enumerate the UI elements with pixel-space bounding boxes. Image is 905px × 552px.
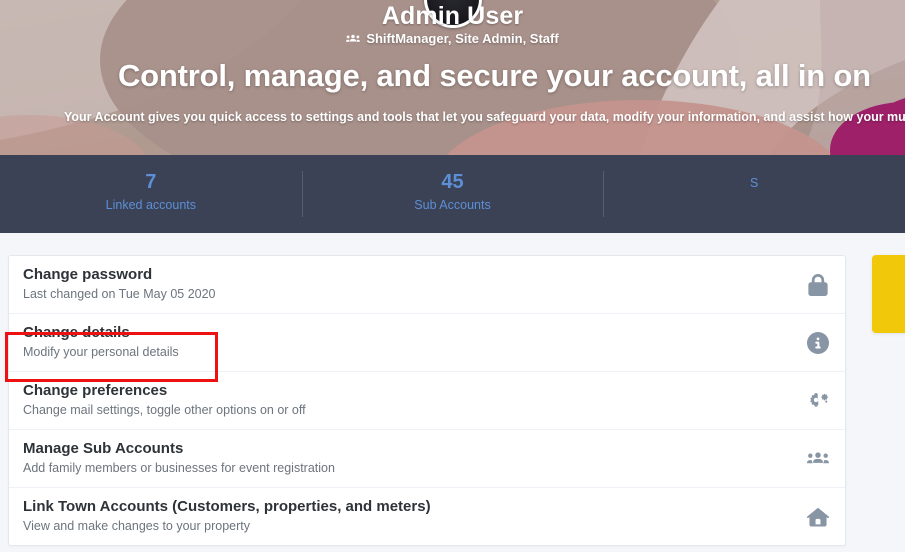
- promo-card[interactable]: [872, 255, 905, 333]
- stat-value: 45: [441, 171, 464, 193]
- stat-label: Sub Accounts: [414, 198, 491, 212]
- settings-row-link-town-accounts[interactable]: Link Town Accounts (Customers, propertie…: [9, 487, 845, 545]
- settings-row-change-preferences[interactable]: Change preferences Change mail settings,…: [9, 371, 845, 429]
- stat-third-truncated[interactable]: S: [603, 171, 905, 217]
- row-title: Change password: [23, 266, 153, 283]
- row-description: View and make changes to your property: [23, 519, 250, 533]
- stat-label: S: [750, 176, 759, 190]
- user-name: Admin User: [381, 2, 524, 30]
- row-description: Change mail settings, toggle other optio…: [23, 403, 306, 417]
- users-icon: [807, 448, 829, 470]
- home-icon: [807, 506, 829, 528]
- stat-value: 7: [145, 171, 157, 193]
- hero-subtitle: Your Account gives you quick access to s…: [64, 110, 905, 124]
- stats-bar: 7 Linked accounts 45 Sub Accounts S: [0, 155, 905, 233]
- cogs-icon: [807, 390, 829, 412]
- hero-banner: Admin User ShiftManager, Site Admin, Sta…: [0, 0, 905, 155]
- row-description: Last changed on Tue May 05 2020: [23, 287, 216, 301]
- settings-row-manage-sub-accounts[interactable]: Manage Sub Accounts Add family members o…: [9, 429, 845, 487]
- page-body: Change password Last changed on Tue May …: [0, 233, 905, 552]
- stat-sub-accounts[interactable]: 45 Sub Accounts: [301, 171, 604, 217]
- user-roles-text: ShiftManager, Site Admin, Staff: [366, 31, 559, 46]
- info-circle-icon: [807, 331, 829, 354]
- row-description: Add family members or businesses for eve…: [23, 461, 335, 475]
- lock-icon: [807, 273, 829, 296]
- user-roles: ShiftManager, Site Admin, Staff: [0, 31, 905, 46]
- hero-title: Control, manage, and secure your account…: [118, 58, 871, 93]
- row-title: Manage Sub Accounts: [23, 440, 184, 457]
- row-description: Modify your personal details: [23, 345, 179, 359]
- row-title: Link Town Accounts (Customers, propertie…: [23, 498, 431, 515]
- settings-row-change-details[interactable]: Change details Modify your personal deta…: [9, 313, 845, 371]
- settings-row-change-password[interactable]: Change password Last changed on Tue May …: [9, 256, 845, 313]
- stat-linked-accounts[interactable]: 7 Linked accounts: [0, 171, 302, 217]
- users-icon: [346, 34, 361, 42]
- stat-label: Linked accounts: [105, 198, 196, 212]
- settings-list-card: Change password Last changed on Tue May …: [8, 255, 846, 546]
- row-title: Change preferences: [23, 382, 168, 399]
- row-title: Change details: [23, 324, 130, 341]
